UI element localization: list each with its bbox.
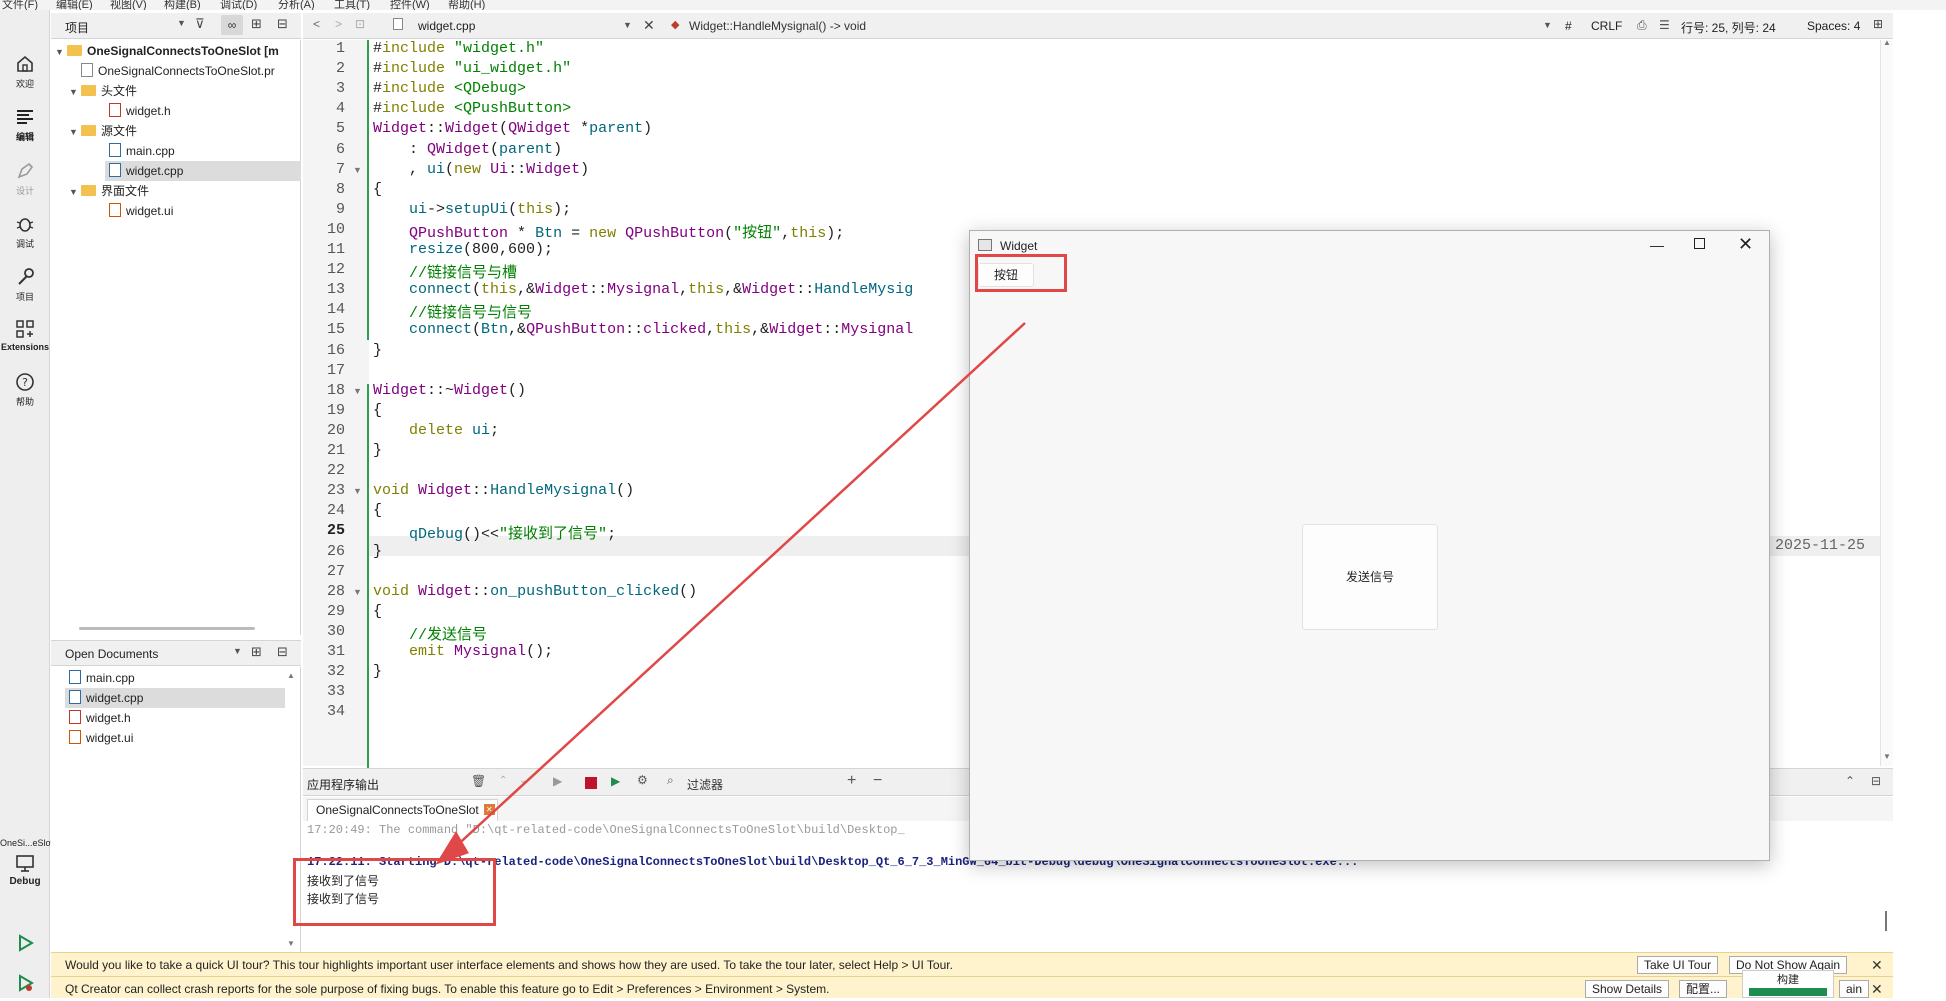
arrow-line	[451, 322, 1026, 851]
arrow-head	[435, 831, 469, 865]
annotation-arrow	[435, 322, 1026, 865]
